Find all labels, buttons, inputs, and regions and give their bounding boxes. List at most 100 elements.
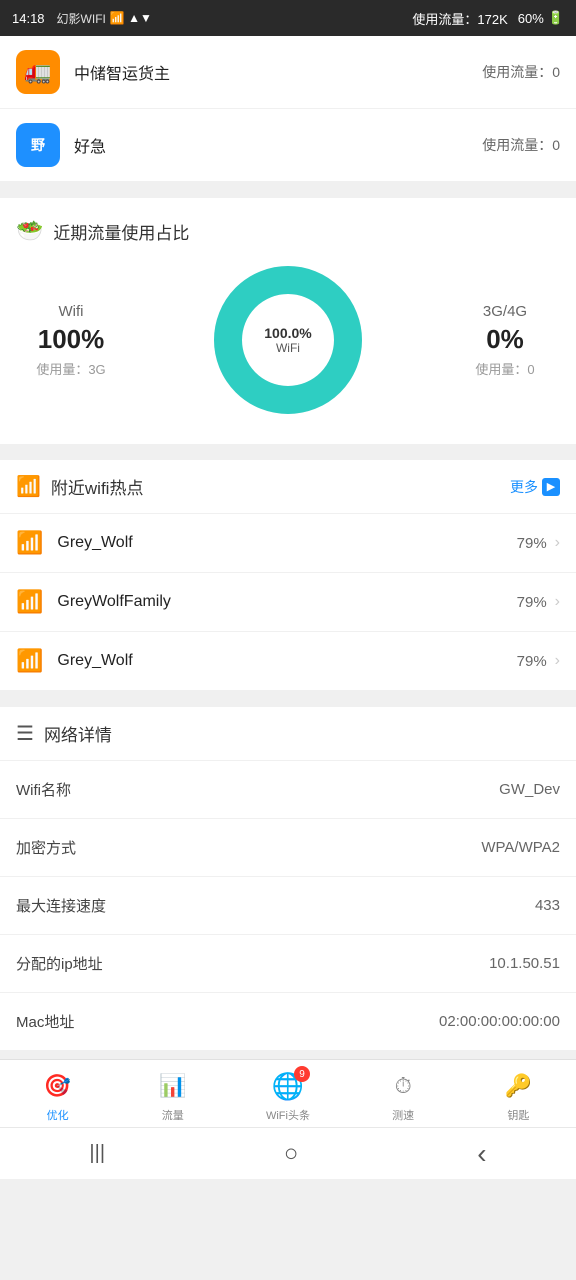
wifi-item-2[interactable]: 📶 GreyWolfFamily 79% › bbox=[0, 573, 576, 632]
donut-wifi-usage: 使用量：3G bbox=[36, 359, 105, 378]
app-row-2[interactable]: 野 好急 使用流量：0 bbox=[0, 109, 576, 182]
usage-header: 🥗 近期流量使用占比 bbox=[16, 218, 560, 260]
app-name-1: 中储智运货主 bbox=[74, 60, 482, 84]
detail-row-4: Mac地址 02:00:00:00:00:00 bbox=[0, 993, 576, 1051]
status-bar: 14:18 幻影WIFI 📶 ▲▼ 使用流量：172K 60% 🔋 bbox=[0, 0, 576, 36]
status-app-name: 幻影WIFI bbox=[57, 10, 106, 27]
donut-cellular-usage: 使用量：0 bbox=[475, 359, 534, 378]
nav-icon-speedtest: ⏱ bbox=[395, 1073, 412, 1099]
nav-label-headlines: WiFi头条 bbox=[266, 1107, 310, 1123]
bottom-nav: 🎯 优化 📊 流量 🌐 9 WiFi头条 ⏱ 测速 🔑 钥匙 bbox=[0, 1059, 576, 1127]
donut-cellular-label: 3G/4G bbox=[483, 303, 527, 320]
nav-icon-traffic: 📊 bbox=[159, 1073, 186, 1099]
status-bar-right: 使用流量：172K 60% 🔋 bbox=[412, 9, 564, 28]
donut-row: Wifi 100% 使用量：3G 100.0% WiFi 3G/4G 0% 使用 bbox=[16, 260, 560, 420]
nav-icon-wrap-optimize: 🎯 bbox=[40, 1068, 76, 1104]
detail-value-4: 02:00:00:00:00:00 bbox=[439, 1013, 560, 1030]
wifi-signal-3: 79% bbox=[517, 653, 547, 670]
wifi-name-3: Grey_Wolf bbox=[57, 652, 516, 670]
nav-label-key: 钥匙 bbox=[507, 1107, 529, 1123]
detail-value-0: GW_Dev bbox=[499, 781, 560, 798]
detail-row-2: 最大连接速度 433 bbox=[0, 877, 576, 935]
detail-value-1: WPA/WPA2 bbox=[481, 839, 560, 856]
nav-icon-wrap-headlines: 🌐 9 bbox=[270, 1068, 306, 1104]
nav-item-key[interactable]: 🔑 钥匙 bbox=[488, 1068, 548, 1123]
status-battery: 60% bbox=[518, 11, 544, 26]
nav-item-traffic[interactable]: 📊 流量 bbox=[143, 1068, 203, 1123]
network-detail-section: ☰ 网络详情 Wifi名称 GW_Dev 加密方式 WPA/WPA2 最大连接速… bbox=[0, 707, 576, 1051]
nav-label-traffic: 流量 bbox=[162, 1107, 184, 1123]
wifi-signal-icon-2: 📶 bbox=[16, 589, 43, 615]
nav-item-speedtest[interactable]: ⏱ 测速 bbox=[373, 1068, 433, 1123]
divider-1 bbox=[0, 190, 576, 198]
nav-icon-wrap-traffic: 📊 bbox=[155, 1068, 191, 1104]
app-icon-1: 🚛 bbox=[16, 50, 60, 94]
nav-icon-optimize: 🎯 bbox=[44, 1073, 71, 1099]
wifi-signal-1: 79% bbox=[517, 535, 547, 552]
system-nav-bar: ||| ○ ‹ bbox=[0, 1127, 576, 1179]
status-icons: 📶 ▲▼ bbox=[110, 11, 152, 25]
detail-value-3: 10.1.50.51 bbox=[489, 955, 560, 972]
wifi-name-2: GreyWolfFamily bbox=[57, 593, 516, 611]
detail-value-2: 433 bbox=[535, 897, 560, 914]
wifi-more-label: 更多 bbox=[510, 477, 538, 497]
donut-chart: 100.0% WiFi bbox=[208, 260, 368, 420]
detail-row-0: Wifi名称 GW_Dev bbox=[0, 761, 576, 819]
nav-label-optimize: 优化 bbox=[47, 1107, 69, 1123]
nav-item-optimize[interactable]: 🎯 优化 bbox=[28, 1068, 88, 1123]
status-time: 14:18 bbox=[12, 11, 45, 26]
nav-icon-key: 🔑 bbox=[505, 1073, 532, 1099]
sys-nav-menu[interactable]: ||| bbox=[89, 1142, 105, 1165]
detail-label-1: 加密方式 bbox=[16, 837, 76, 858]
sys-nav-home[interactable]: ○ bbox=[284, 1140, 299, 1168]
detail-row-3: 分配的ip地址 10.1.50.51 bbox=[0, 935, 576, 993]
wifi-item-3[interactable]: 📶 Grey_Wolf 79% › bbox=[0, 632, 576, 691]
nav-label-speedtest: 测速 bbox=[392, 1107, 414, 1123]
wifi-more-icon: ▶ bbox=[542, 478, 560, 496]
status-bar-left: 14:18 幻影WIFI 📶 ▲▼ bbox=[12, 10, 152, 27]
detail-label-2: 最大连接速度 bbox=[16, 895, 106, 916]
wifi-signal-icon-1: 📶 bbox=[16, 530, 43, 556]
donut-center-label: WiFi bbox=[264, 341, 311, 355]
divider-2 bbox=[0, 452, 576, 460]
wifi-more-button[interactable]: 更多 ▶ bbox=[510, 477, 560, 497]
wifi-section-header-left: 📶 附近wifi热点 bbox=[16, 474, 143, 499]
usage-header-title: 近期流量使用占比 bbox=[53, 219, 189, 244]
usage-header-icon: 🥗 bbox=[16, 218, 43, 244]
donut-wifi: Wifi 100% 使用量：3G bbox=[16, 303, 126, 378]
sys-nav-back[interactable]: ‹ bbox=[477, 1138, 486, 1170]
wifi-arrow-2: › bbox=[555, 593, 560, 611]
wifi-hotspot-section: 📶 附近wifi热点 更多 ▶ 📶 Grey_Wolf 79% › 📶 Grey… bbox=[0, 460, 576, 691]
app-row-1[interactable]: 🚛 中储智运货主 使用流量：0 bbox=[0, 36, 576, 109]
wifi-section-header: 📶 附近wifi热点 更多 ▶ bbox=[0, 460, 576, 514]
detail-label-3: 分配的ip地址 bbox=[16, 953, 103, 974]
donut-wifi-label: Wifi bbox=[59, 303, 84, 320]
wifi-header-icon: 📶 bbox=[16, 474, 41, 499]
status-traffic: 使用流量：172K bbox=[412, 9, 507, 28]
battery-icon: 🔋 bbox=[548, 10, 564, 26]
donut-wifi-percent: 100% bbox=[38, 324, 105, 355]
donut-cellular-percent: 0% bbox=[486, 324, 524, 355]
wifi-signal-icon-3: 📶 bbox=[16, 648, 43, 674]
detail-label-4: Mac地址 bbox=[16, 1011, 74, 1032]
wifi-arrow-3: › bbox=[555, 652, 560, 670]
donut-center-pct: 100.0% bbox=[264, 325, 311, 341]
usage-section: 🥗 近期流量使用占比 Wifi 100% 使用量：3G 100.0% WiFi bbox=[0, 198, 576, 444]
detail-row-1: 加密方式 WPA/WPA2 bbox=[0, 819, 576, 877]
nav-icon-wrap-speedtest: ⏱ bbox=[385, 1068, 421, 1104]
detail-header-title: 网络详情 bbox=[44, 721, 112, 746]
app-traffic-1: 使用流量：0 bbox=[482, 62, 560, 82]
donut-center-text: 100.0% WiFi bbox=[264, 325, 311, 355]
app-icon-2: 野 bbox=[16, 123, 60, 167]
app-list-section: 🚛 中储智运货主 使用流量：0 野 好急 使用流量：0 bbox=[0, 36, 576, 182]
wifi-arrow-1: › bbox=[555, 534, 560, 552]
nav-icon-wrap-key: 🔑 bbox=[500, 1068, 536, 1104]
nav-item-headlines[interactable]: 🌐 9 WiFi头条 bbox=[258, 1068, 318, 1123]
detail-label-0: Wifi名称 bbox=[16, 779, 71, 800]
wifi-header-title: 附近wifi热点 bbox=[51, 474, 144, 499]
divider-3 bbox=[0, 699, 576, 707]
wifi-item-1[interactable]: 📶 Grey_Wolf 79% › bbox=[0, 514, 576, 573]
detail-header-icon: ☰ bbox=[16, 721, 34, 746]
app-traffic-2: 使用流量：0 bbox=[482, 135, 560, 155]
wifi-name-1: Grey_Wolf bbox=[57, 534, 516, 552]
